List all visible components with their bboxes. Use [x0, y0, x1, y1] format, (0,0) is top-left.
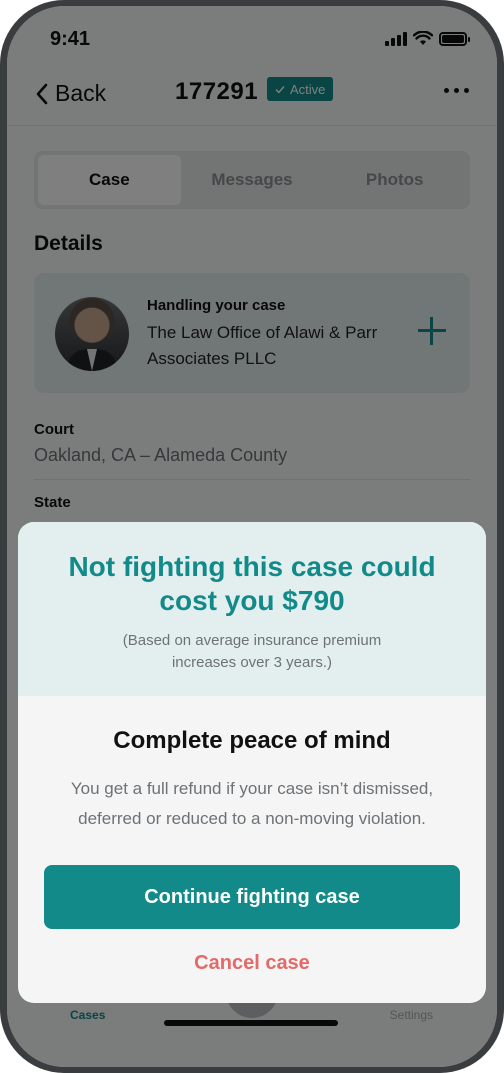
device-frame: 9:41 Back 177291 — [0, 0, 504, 1073]
modal-headline: Not fighting this case could cost you $7… — [68, 551, 436, 616]
cancel-case-button[interactable]: Cancel case — [18, 952, 486, 975]
refund-modal: Not fighting this case could cost you $7… — [18, 522, 486, 1003]
modal-body: You get a full refund if your case isn’t… — [70, 779, 434, 828]
modal-title: Complete peace of mind — [113, 727, 391, 754]
app-screen: 9:41 Back 177291 — [7, 6, 497, 1067]
modal-note: (Based on average insurance premium incr… — [122, 632, 382, 671]
modal-header: Not fighting this case could cost you $7… — [18, 522, 486, 696]
continue-fighting-button[interactable]: Continue fighting case — [44, 865, 460, 929]
